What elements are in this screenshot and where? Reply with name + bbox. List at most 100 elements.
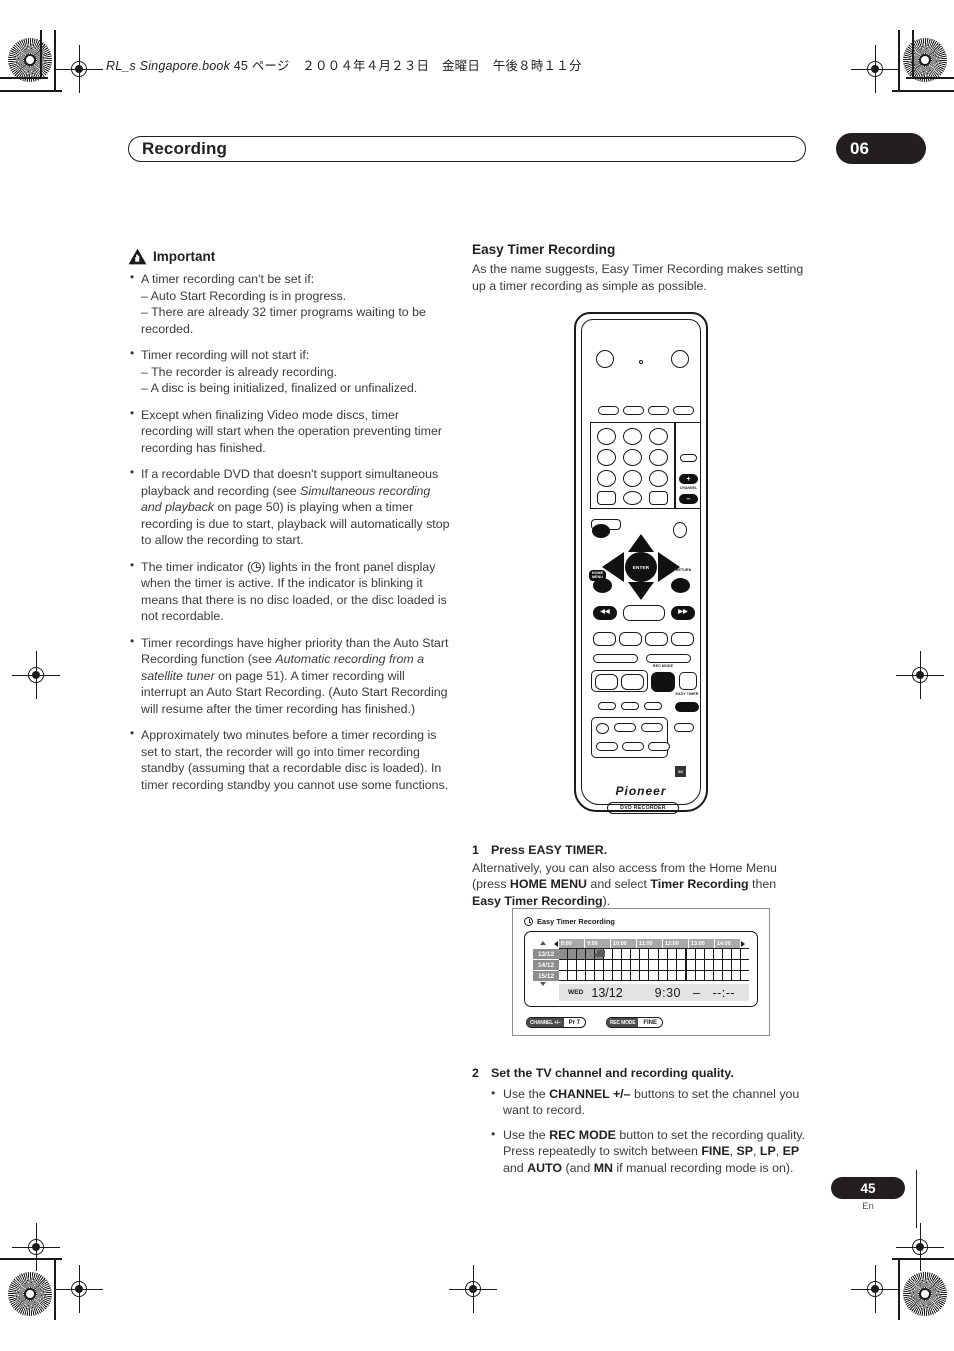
- timeslot-cell[interactable]: [676, 960, 687, 970]
- timeslot-cell[interactable]: [686, 960, 696, 970]
- timeslot-cell[interactable]: [658, 949, 668, 959]
- timeslot-cell[interactable]: [577, 971, 587, 980]
- timeslot-cell[interactable]: [577, 960, 587, 970]
- timeslot-cell[interactable]: [586, 960, 596, 970]
- open-close-button[interactable]: [671, 350, 689, 368]
- timeslot-cells[interactable]: [559, 959, 749, 970]
- number-button-7[interactable]: [597, 470, 616, 487]
- timeslot-cell[interactable]: [613, 971, 623, 980]
- rec-mode-button[interactable]: [651, 672, 675, 692]
- timeslot-cell[interactable]: [577, 949, 587, 959]
- timeslot-cell[interactable]: [713, 960, 723, 970]
- timeslot-cell[interactable]: [568, 949, 578, 959]
- function-button-4[interactable]: [673, 406, 694, 415]
- function-button-3[interactable]: [648, 406, 669, 415]
- timeslot-cell[interactable]: [731, 949, 741, 959]
- edit-button-1[interactable]: [596, 723, 609, 734]
- number-button-0[interactable]: [623, 491, 642, 505]
- timeslot-cell[interactable]: [722, 971, 732, 980]
- clear-button[interactable]: [597, 491, 616, 505]
- timer-grid-row[interactable]: 15/12: [533, 970, 749, 981]
- scroll-left-icon[interactable]: [554, 940, 558, 947]
- edit-button-3[interactable]: [641, 723, 663, 732]
- function-button-2[interactable]: [623, 406, 644, 415]
- timeslot-cell[interactable]: [631, 960, 641, 970]
- edit-button-4[interactable]: [596, 742, 618, 751]
- timeslot-cell[interactable]: [686, 949, 696, 959]
- grid-nav-right-cell[interactable]: [740, 939, 749, 948]
- timeslot-cell[interactable]: [649, 971, 659, 980]
- timeslot-cell[interactable]: [686, 971, 696, 980]
- edit-button-5[interactable]: [622, 742, 644, 751]
- timeslot-cell[interactable]: [568, 971, 578, 980]
- timeslot-cell[interactable]: [586, 971, 596, 980]
- timeslot-cell[interactable]: [640, 949, 650, 959]
- timer-grid-row[interactable]: 13/12: [533, 948, 749, 959]
- timeslot-cell[interactable]: [640, 971, 650, 980]
- stop-button[interactable]: [593, 632, 616, 646]
- timeslot-cell[interactable]: [559, 949, 569, 959]
- easy-timer-button[interactable]: [675, 702, 699, 712]
- timeslot-cell[interactable]: [622, 971, 632, 980]
- scroll-right-icon[interactable]: [741, 940, 745, 947]
- timeslot-cell[interactable]: [676, 949, 687, 959]
- timeslot-cell[interactable]: [722, 960, 732, 970]
- timeslot-cell[interactable]: [740, 949, 749, 959]
- number-button-3[interactable]: [649, 428, 668, 445]
- long-button-right[interactable]: [646, 654, 691, 663]
- small-button-2[interactable]: [621, 702, 639, 710]
- timeslot-cells[interactable]: [559, 970, 749, 981]
- scroll-down-icon[interactable]: [540, 982, 546, 986]
- record-button[interactable]: [595, 674, 618, 690]
- pause-button[interactable]: [619, 632, 642, 646]
- timeslot-cell[interactable]: [595, 971, 605, 980]
- timeslot-cell[interactable]: [740, 971, 749, 980]
- timeslot-cell[interactable]: [559, 971, 569, 980]
- number-button-8[interactable]: [623, 470, 642, 487]
- small-button-1[interactable]: [598, 702, 616, 710]
- timeslot-cell[interactable]: [731, 971, 741, 980]
- timeslot-cell[interactable]: [704, 960, 714, 970]
- timeslot-cell[interactable]: [613, 960, 623, 970]
- edit-button-7[interactable]: [674, 723, 694, 732]
- power-button[interactable]: [596, 350, 614, 368]
- timeslot-cell[interactable]: [622, 960, 632, 970]
- scroll-up-icon[interactable]: [540, 941, 546, 945]
- long-button-left[interactable]: [593, 654, 638, 663]
- timeslot-cell[interactable]: [722, 949, 732, 959]
- timeslot-cell[interactable]: [740, 960, 749, 970]
- edit-button-6[interactable]: [648, 742, 670, 751]
- timeslot-cell[interactable]: [667, 960, 677, 970]
- timeslot-cell[interactable]: [613, 949, 623, 959]
- number-button-4[interactable]: [597, 449, 616, 466]
- small-button-3[interactable]: [644, 702, 662, 710]
- number-button-6[interactable]: [649, 449, 668, 466]
- timeslot-cell[interactable]: [559, 960, 569, 970]
- enter-button[interactable]: ENTER: [625, 552, 657, 582]
- audio-button[interactable]: [592, 524, 610, 538]
- play-button[interactable]: [623, 605, 665, 621]
- timeslot-cells[interactable]: [559, 948, 749, 959]
- timeslot-cell[interactable]: [568, 960, 578, 970]
- timeslot-cell[interactable]: [658, 971, 668, 980]
- timeslot-cell[interactable]: [631, 949, 641, 959]
- timeslot-cell[interactable]: [658, 960, 668, 970]
- number-button-1[interactable]: [597, 428, 616, 445]
- skip-back-button[interactable]: [645, 632, 668, 646]
- timeslot-cell[interactable]: [604, 971, 614, 980]
- channel-upper-button[interactable]: [680, 454, 697, 462]
- grid-nav-up-cell[interactable]: [533, 939, 559, 948]
- number-button-5[interactable]: [623, 449, 642, 466]
- skip-forward-button[interactable]: [671, 632, 694, 646]
- number-button-2[interactable]: [623, 428, 642, 445]
- timeslot-cell[interactable]: [649, 960, 659, 970]
- timeslot-cell[interactable]: [649, 949, 659, 959]
- timeslot-cell[interactable]: [695, 971, 705, 980]
- timeslot-cell[interactable]: [695, 949, 705, 959]
- edit-button-2[interactable]: [614, 723, 636, 732]
- timeslot-cell[interactable]: [704, 949, 714, 959]
- timeslot-cell[interactable]: [595, 960, 605, 970]
- grid-nav-down-cell[interactable]: [533, 981, 559, 989]
- timeslot-cell[interactable]: [704, 971, 714, 980]
- timeslot-cell[interactable]: [713, 971, 723, 980]
